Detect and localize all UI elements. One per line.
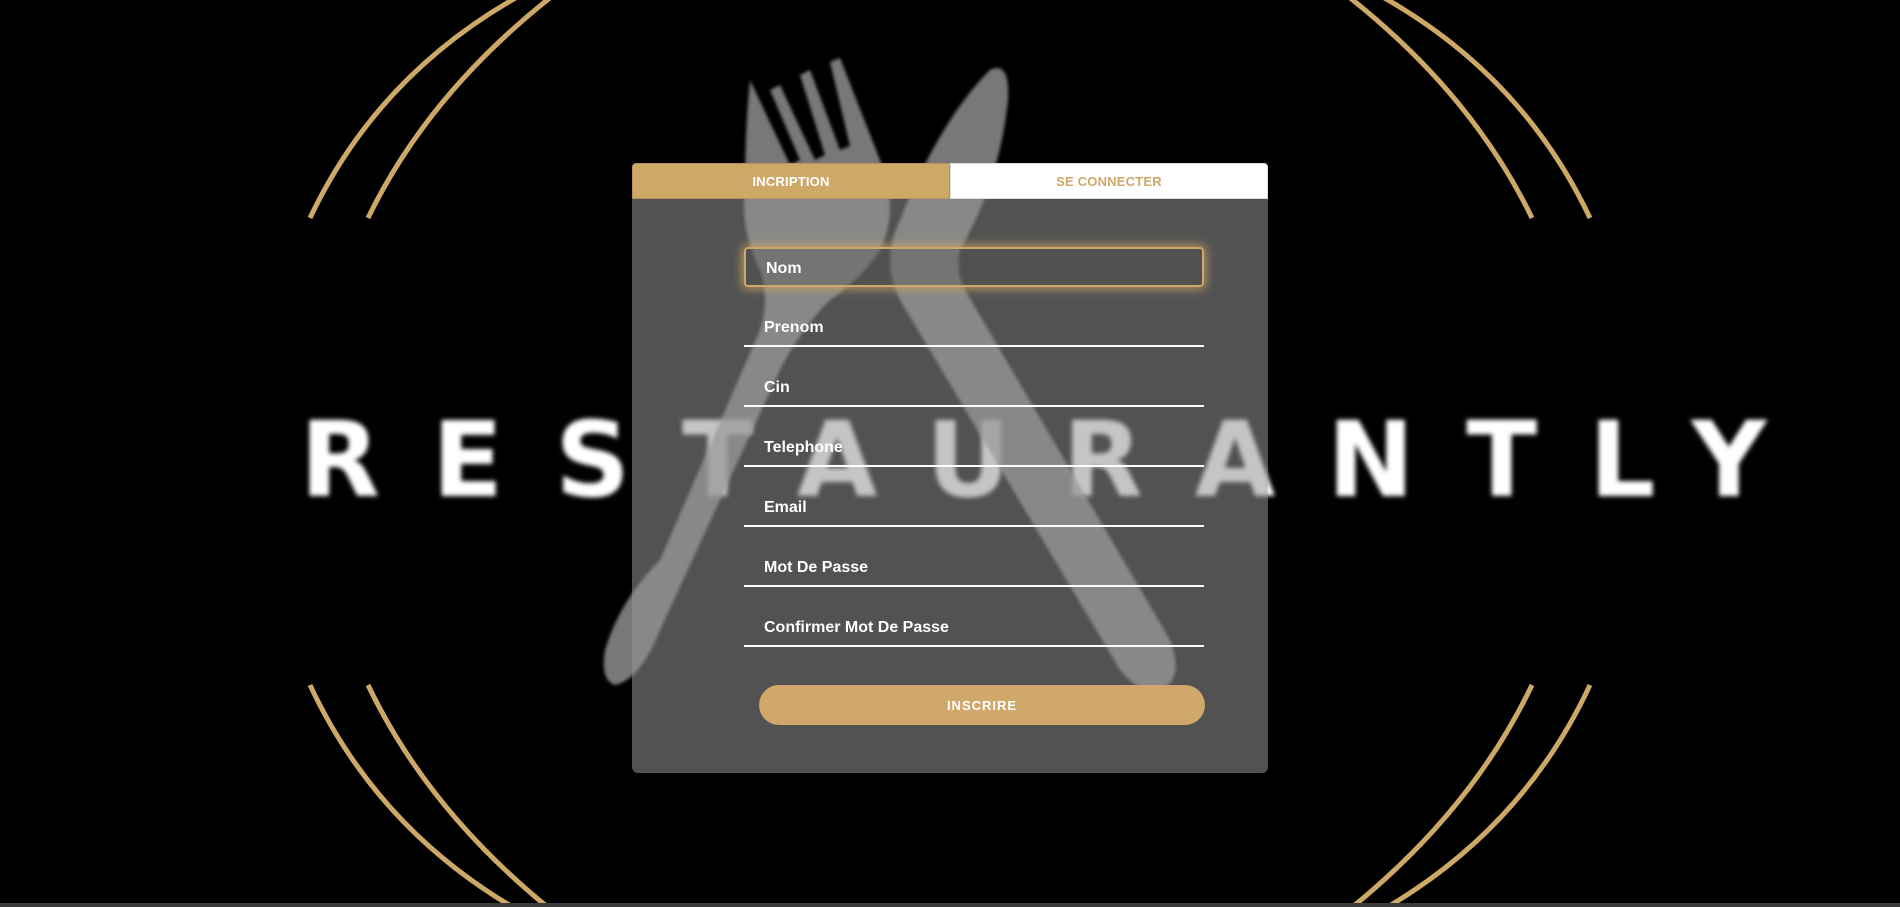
tab-inscription[interactable]: INCRIPTION	[632, 163, 950, 199]
confirm-password-field[interactable]: Confirmer Mot De Passe	[744, 607, 1204, 647]
cin-label: Cin	[764, 379, 790, 396]
password-field[interactable]: Mot De Passe	[744, 547, 1204, 587]
email-field[interactable]: Email	[744, 487, 1204, 527]
cin-field[interactable]: Cin	[744, 367, 1204, 407]
nom-label: Nom	[766, 260, 802, 277]
telephone-label: Telephone	[764, 439, 843, 456]
nom-field[interactable]: Nom	[744, 247, 1204, 287]
bottom-scrollbar-strip	[0, 903, 1900, 907]
prenom-label: Prenom	[764, 319, 824, 336]
telephone-field[interactable]: Telephone	[744, 427, 1204, 467]
registration-form: Nom Prenom Cin Telephone Email Mot De Pa…	[744, 247, 1204, 667]
inscrire-button[interactable]: INSCRIRE	[759, 685, 1205, 725]
tab-se-connecter[interactable]: SE CONNECTER	[950, 163, 1268, 199]
confirm-password-label: Confirmer Mot De Passe	[764, 619, 949, 636]
email-label: Email	[764, 499, 807, 516]
password-label: Mot De Passe	[764, 559, 869, 576]
prenom-field[interactable]: Prenom	[744, 307, 1204, 347]
auth-tabs: INCRIPTION SE CONNECTER	[632, 163, 1268, 201]
auth-card: INCRIPTION SE CONNECTER Nom Prenom Cin T…	[632, 163, 1268, 773]
